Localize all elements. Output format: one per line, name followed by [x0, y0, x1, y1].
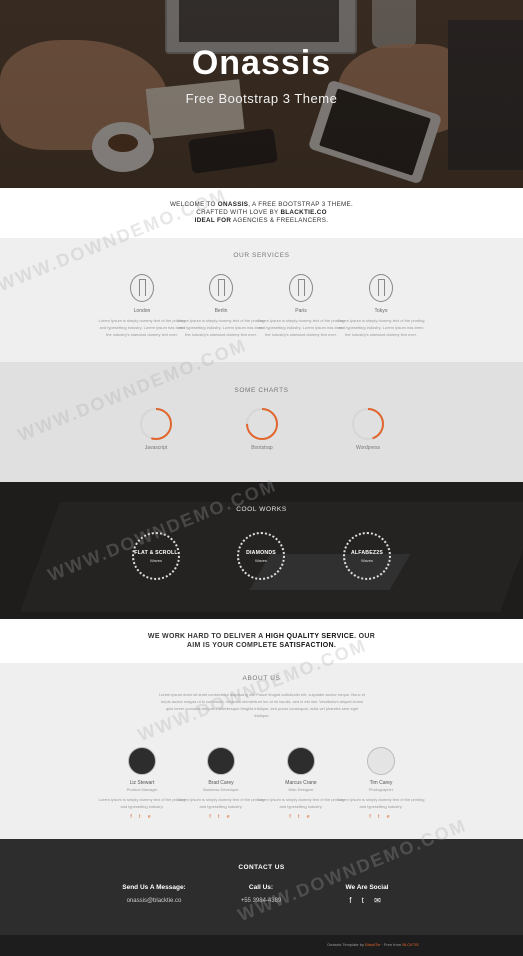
work-title: ALFABEZ2S [350, 550, 384, 556]
member-role: Photographer [368, 787, 394, 792]
landmark-icon [369, 274, 393, 302]
member-bio: Lorem Ipsum is simply dummy text of the … [177, 797, 265, 809]
contact-call: Call Us: +55 3984-4389 [201, 884, 321, 904]
work-item[interactable]: DIAMONDS Waves [237, 532, 285, 580]
service-city: London [133, 308, 151, 314]
service-text: Lorem Ipsum is simply dummy text of the … [98, 318, 186, 337]
footer: Onassis Template by BlackTie · Free from… [0, 935, 523, 956]
chart-ring [352, 408, 384, 440]
work-title: DIAMONDS [246, 550, 276, 556]
chart-ring [140, 408, 172, 440]
social-icons[interactable]: f t ✉ [307, 896, 427, 905]
service-berlin: Berlin Lorem Ipsum is simply dummy text … [177, 274, 265, 338]
about-section: ABOUT US Lorem ipsum dolor sit amet cons… [0, 663, 523, 839]
contact-social: We Are Social f t ✉ [307, 884, 427, 905]
avatar [207, 747, 235, 775]
social-icons[interactable]: f t e [98, 814, 186, 820]
team-member: Brad Carey Business Developer Lorem Ipsu… [177, 747, 265, 820]
quote-section: WE WORK HARD TO DELIVER A HIGH QUALITY S… [0, 619, 523, 663]
member-name: Brad Carey [208, 780, 234, 786]
member-bio: Lorem Ipsum is simply dummy text of the … [98, 797, 186, 809]
service-text: Lorem Ipsum is simply dummy text of the … [177, 318, 265, 337]
social-icons[interactable]: f t e [337, 814, 425, 820]
landmark-icon [209, 274, 233, 302]
message-label: Send Us A Message: [122, 884, 186, 891]
call-label: Call Us: [248, 884, 274, 891]
member-name: Marcus Crane [285, 780, 317, 786]
work-item[interactable]: FLAT & SCROLL Waves [132, 532, 180, 580]
work-subtitle: Waves [360, 558, 374, 563]
team-member: Liz Stewart Product Manager Lorem Ipsum … [98, 747, 186, 820]
work-subtitle: Waves [149, 558, 163, 563]
phone-number: +55 3984-4389 [240, 898, 282, 904]
avatar [367, 747, 395, 775]
service-city: Tokyo [374, 308, 388, 314]
email-link[interactable]: onassis@blacktie.co [94, 898, 214, 904]
member-bio: Lorem Ipsum is simply dummy text of the … [257, 797, 345, 809]
footer-link[interactable]: BLCKTIE [402, 942, 419, 947]
member-role: Product Manager [126, 787, 158, 792]
service-paris: Paris Lorem Ipsum is simply dummy text o… [257, 274, 345, 338]
about-title: ABOUT US [242, 675, 281, 682]
contact-section: CONTACT US Send Us A Message: onassis@bl… [0, 839, 523, 935]
social-icons[interactable]: f t e [177, 814, 265, 820]
hero-title: Onassis [191, 44, 332, 82]
avatar [128, 747, 156, 775]
service-city: Berlin [214, 308, 228, 314]
works-title: COOL WORKS [236, 506, 287, 513]
chart-javascript: Javascript [121, 406, 191, 451]
service-text: Lorem Ipsum is simply dummy text of the … [337, 318, 425, 337]
member-name: Tim Carey [369, 780, 393, 786]
landmark-icon [289, 274, 313, 302]
service-city: Paris [295, 308, 307, 314]
chart-label: Bootstrap [251, 445, 273, 451]
team-member: Marcus Crane Web Designer Lorem Ipsum is… [257, 747, 345, 820]
services-section: OUR SERVICES London Lorem Ipsum is simpl… [0, 238, 523, 362]
chart-wordpress: Wordpress [333, 406, 403, 451]
work-title: FLAT & SCROLL [134, 550, 178, 556]
landmark-icon [130, 274, 154, 302]
charts-section: SOME CHARTS Javascript Bootstrap Wordpre… [0, 362, 523, 482]
hero-subtitle: Free Bootstrap 3 Theme [185, 91, 338, 106]
avatar [287, 747, 315, 775]
social-icons[interactable]: f t e [257, 814, 345, 820]
footer-credit: Onassis Template by BlackTie · Free from… [326, 942, 419, 947]
chart-label: Javascript [144, 445, 168, 451]
service-text: Lorem Ipsum is simply dummy text of the … [257, 318, 345, 337]
charts-title: SOME CHARTS [234, 387, 289, 394]
member-name: Liz Stewart [129, 780, 155, 786]
work-subtitle: Waves [254, 558, 268, 563]
member-bio: Lorem Ipsum is simply dummy text of the … [337, 797, 425, 809]
hero-section: Onassis Free Bootstrap 3 Theme [0, 0, 523, 188]
service-london: London Lorem Ipsum is simply dummy text … [98, 274, 186, 338]
chart-label: Wordpress [355, 445, 381, 451]
chart-bootstrap: Bootstrap [227, 406, 297, 451]
team-member: Tim Carey Photographer Lorem Ipsum is si… [337, 747, 425, 820]
footer-link[interactable]: BlackTie [365, 942, 380, 947]
services-title: OUR SERVICES [233, 252, 290, 259]
social-label: We Are Social [345, 884, 389, 891]
service-tokyo: Tokyo Lorem Ipsum is simply dummy text o… [337, 274, 425, 338]
contact-message: Send Us A Message: onassis@blacktie.co [94, 884, 214, 904]
welcome-section: WELCOME TO ONASSIS, A FREE BOOTSTRAP 3 T… [0, 188, 523, 238]
member-role: Business Developer [203, 787, 239, 792]
member-role: Web Designer [288, 787, 314, 792]
chart-ring [246, 408, 278, 440]
about-text: Lorem ipsum dolor sit amet consectetur a… [158, 692, 366, 718]
contact-title: CONTACT US [238, 864, 285, 871]
work-item[interactable]: ALFABEZ2S Waves [343, 532, 391, 580]
works-section: COOL WORKS FLAT & SCROLL Waves DIAMONDS … [0, 482, 523, 619]
